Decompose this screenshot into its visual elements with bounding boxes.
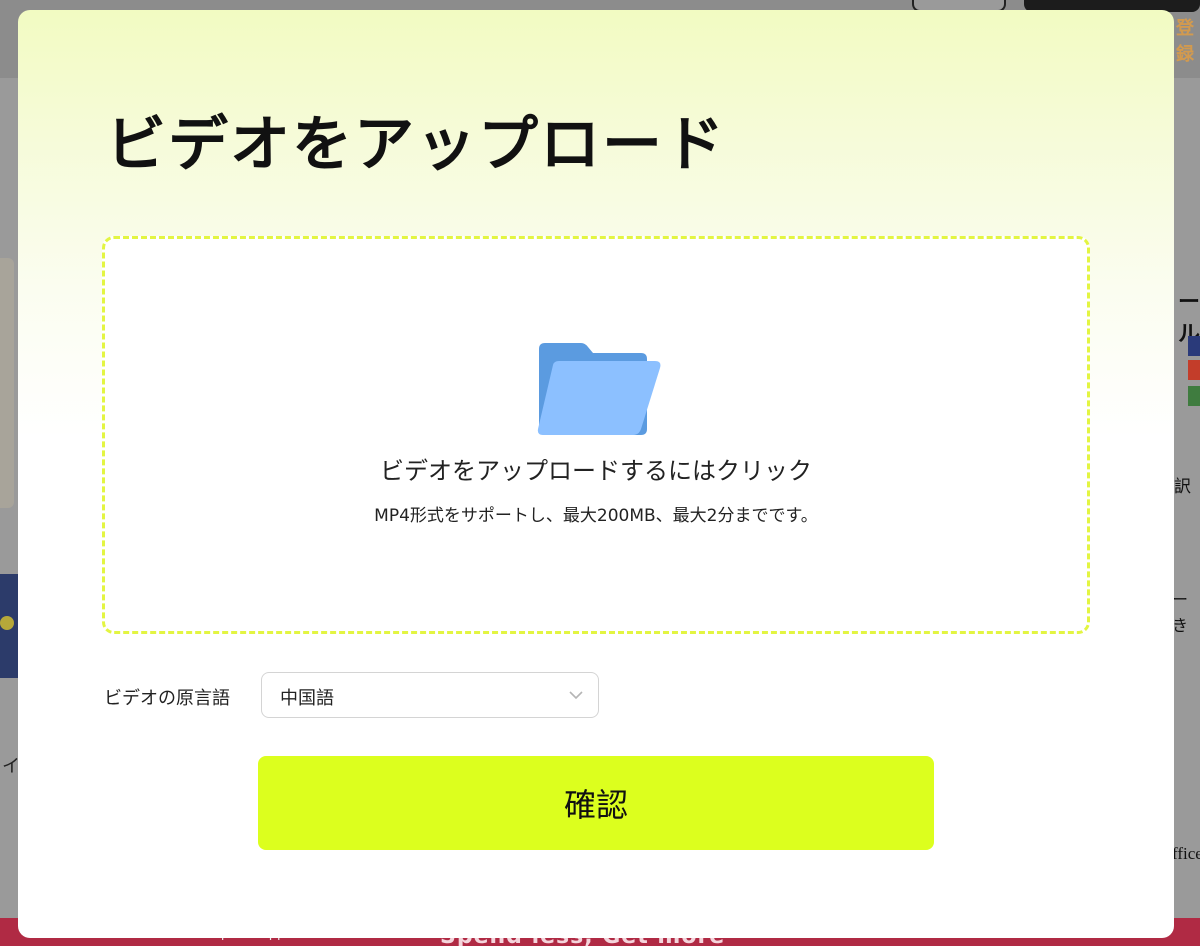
background-flag [1188,336,1200,356]
dropzone-sub-text: MP4形式をサポートし、最大200MB、最大2分までです。 [374,506,818,526]
language-select-value: 中国語 [280,688,334,709]
background-right-text: 訳 [1174,477,1191,497]
background-right-office: ffice [1172,844,1200,863]
background-flag [1188,360,1200,380]
background-left-card [0,258,14,508]
modal-title: ビデオをアップロード [106,110,726,180]
background-flag [1188,386,1200,406]
video-dropzone[interactable]: ビデオをアップロードするにはクリック MP4形式をサポートし、最大200MB、最… [102,236,1090,634]
chevron-down-icon [569,691,583,700]
background-right-ki: き [1172,616,1189,635]
dropzone-main-text: ビデオをアップロードするにはクリック [380,457,812,485]
background-left-image-dot [0,616,14,630]
background-right-dash: ー [1172,590,1189,609]
upload-video-modal: ビデオをアップロード ビデオをアップロードするにはクリック MP4形式をサポート… [18,10,1174,938]
confirm-button[interactable]: 確認 [258,756,934,850]
language-label: ビデオの原言語 [104,688,230,709]
folder-icon [537,343,661,435]
background-register-label: 登録 [1176,18,1194,65]
language-select[interactable]: 中国語 [261,672,599,718]
